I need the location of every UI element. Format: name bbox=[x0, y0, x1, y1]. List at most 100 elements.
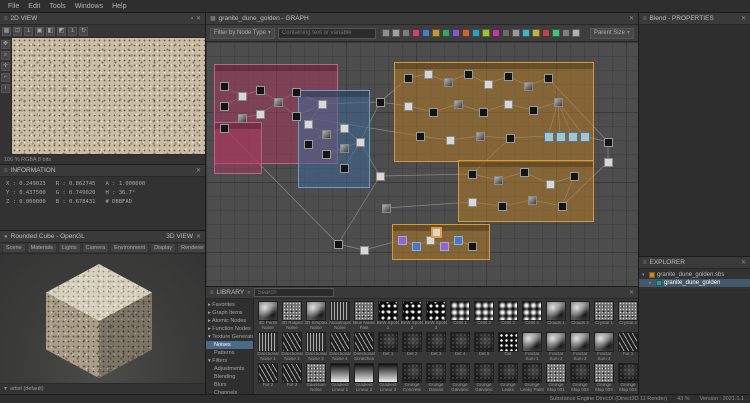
library-category-graph-items[interactable]: ▸ Graph Items bbox=[206, 309, 253, 317]
graph-node[interactable] bbox=[238, 114, 247, 123]
graph-node[interactable] bbox=[524, 82, 533, 91]
graph-node[interactable] bbox=[504, 100, 513, 109]
graph-node[interactable] bbox=[454, 100, 463, 109]
library-item[interactable]: Dirt 5 bbox=[472, 332, 496, 362]
graph-search-input[interactable] bbox=[278, 28, 376, 39]
graph-node[interactable] bbox=[220, 124, 229, 133]
export-icon[interactable]: ↧ bbox=[68, 27, 77, 36]
library-item[interactable]: Grunge Map 004 bbox=[616, 363, 638, 393]
graph-node[interactable] bbox=[356, 138, 365, 147]
graph-node[interactable] bbox=[484, 80, 493, 89]
library-category-filters[interactable]: ▾ Filters bbox=[206, 357, 253, 365]
menu-item-tools[interactable]: Tools bbox=[45, 3, 69, 10]
graph-node[interactable] bbox=[464, 70, 473, 79]
graph-node[interactable] bbox=[446, 136, 455, 145]
library-item[interactable]: Dirt 4 bbox=[448, 332, 472, 362]
zoom-tool-icon[interactable]: ⌕ bbox=[1, 51, 10, 60]
graph-node[interactable] bbox=[454, 236, 463, 245]
graph-node[interactable] bbox=[322, 150, 331, 159]
node-tool-icon[interactable] bbox=[402, 29, 410, 37]
graph-tab-label[interactable]: granite_dune_golden - GRAPH bbox=[219, 15, 309, 22]
graph-node[interactable] bbox=[570, 172, 579, 181]
library-item[interactable]: Gradient Linear 3 bbox=[376, 363, 400, 393]
library-category-atomic-nodes[interactable]: ▸ Atomic Nodes bbox=[206, 317, 253, 325]
library-category-favorites[interactable]: ▸ Favorites bbox=[206, 301, 253, 309]
graph-node[interactable] bbox=[544, 132, 554, 142]
library-item[interactable]: Clouds 1 bbox=[544, 301, 568, 331]
tab-camera[interactable]: Camera bbox=[82, 243, 110, 253]
graph-node[interactable] bbox=[506, 134, 515, 143]
graph-node[interactable] bbox=[498, 202, 507, 211]
node-tool-icon[interactable] bbox=[392, 29, 400, 37]
panel-menu-icon[interactable]: ≡ bbox=[643, 16, 647, 22]
library-item[interactable]: Grunge Galvanic Large bbox=[448, 363, 472, 393]
panel-menu-icon[interactable]: ≡ bbox=[643, 260, 647, 266]
node-tool-icon[interactable] bbox=[502, 29, 510, 37]
graph-node[interactable] bbox=[340, 124, 349, 133]
node-tool-icon[interactable] bbox=[442, 29, 450, 37]
graph-node[interactable] bbox=[398, 236, 407, 245]
library-category-blending[interactable]: Blending bbox=[206, 373, 253, 381]
close-icon[interactable]: ✕ bbox=[629, 16, 634, 22]
library-item[interactable]: Dot bbox=[496, 332, 520, 362]
node-tool-icon[interactable] bbox=[572, 29, 580, 37]
library-category-patterns[interactable]: Patterns bbox=[206, 349, 253, 357]
menu-item-help[interactable]: Help bbox=[108, 3, 130, 10]
library-item[interactable]: Directional Noise 3 bbox=[304, 332, 328, 362]
graph-node[interactable] bbox=[220, 82, 229, 91]
library-item[interactable]: Fur 2 bbox=[256, 363, 280, 393]
node-tool-icon[interactable] bbox=[432, 29, 440, 37]
library-item[interactable]: Dirt 1 bbox=[376, 332, 400, 362]
graph-node[interactable] bbox=[528, 196, 537, 205]
graph-node[interactable] bbox=[546, 180, 555, 189]
chevron-down-icon[interactable]: ▾ bbox=[4, 386, 7, 392]
close-icon[interactable]: ✕ bbox=[629, 290, 634, 296]
graph-node[interactable] bbox=[304, 120, 313, 129]
move-tool-icon[interactable]: ✥ bbox=[1, 40, 10, 49]
graph-node[interactable] bbox=[292, 112, 301, 121]
library-item[interactable]: Fur 1 bbox=[616, 332, 638, 362]
library-item[interactable]: Directional Noise 2 bbox=[280, 332, 304, 362]
node-tool-icon[interactable] bbox=[482, 29, 490, 37]
graph-node[interactable] bbox=[376, 98, 385, 107]
node-tool-icon[interactable] bbox=[462, 29, 470, 37]
menu-item-edit[interactable]: Edit bbox=[24, 3, 44, 10]
graph-canvas[interactable] bbox=[206, 42, 638, 286]
graph-node[interactable] bbox=[604, 138, 613, 147]
library-item[interactable]: Cells 3 bbox=[496, 301, 520, 331]
node-tool-icon[interactable] bbox=[472, 29, 480, 37]
close-icon[interactable]: ✕ bbox=[741, 16, 746, 22]
library-item[interactable]: Fractal Sum 1 bbox=[520, 332, 544, 362]
close-icon[interactable]: ✕ bbox=[196, 16, 201, 22]
library-category-texture-generators[interactable]: ▾ Texture Generators bbox=[206, 333, 253, 341]
library-search-input[interactable] bbox=[254, 288, 334, 297]
panel-menu-icon[interactable]: ≡ bbox=[4, 168, 8, 174]
library-item[interactable]: Grunge Concrete bbox=[400, 363, 424, 393]
library-item[interactable]: 3D Perlin Noise bbox=[256, 301, 280, 331]
library-item[interactable]: Fractal Sum 2 bbox=[544, 332, 568, 362]
graph-node[interactable] bbox=[520, 168, 529, 177]
graph-node[interactable] bbox=[274, 98, 283, 107]
library-category-noises[interactable]: Noises bbox=[206, 341, 253, 349]
graph-node[interactable] bbox=[468, 198, 477, 207]
library-item[interactable]: Grunge Map 002 bbox=[568, 363, 592, 393]
library-item[interactable]: Blue Noise Fast bbox=[352, 301, 376, 331]
library-category-adjustments[interactable]: Adjustments bbox=[206, 365, 253, 373]
graph-node[interactable] bbox=[494, 176, 503, 185]
background-icon[interactable]: ◩ bbox=[57, 27, 66, 36]
library-item[interactable]: Directional Noise 1 bbox=[256, 332, 280, 362]
viewport-3d[interactable] bbox=[0, 254, 205, 383]
library-item[interactable]: Cells 1 bbox=[448, 301, 472, 331]
node-tool-icon[interactable] bbox=[522, 29, 530, 37]
graph-node[interactable] bbox=[404, 74, 413, 83]
node-tool-icon[interactable] bbox=[542, 29, 550, 37]
graph-node[interactable] bbox=[404, 102, 413, 111]
library-item[interactable]: Grunge Map 003 bbox=[592, 363, 616, 393]
parent-size-dropdown[interactable]: Parent Size ▾ bbox=[590, 28, 634, 39]
graph-node[interactable] bbox=[238, 92, 247, 101]
close-icon[interactable]: ✕ bbox=[196, 234, 201, 240]
info-tool-icon[interactable]: i bbox=[1, 84, 10, 93]
graph-node[interactable] bbox=[304, 140, 313, 149]
library-item[interactable]: Grunge Leaky Paint bbox=[520, 363, 544, 393]
panel-menu-icon[interactable]: ≡ bbox=[4, 16, 8, 22]
